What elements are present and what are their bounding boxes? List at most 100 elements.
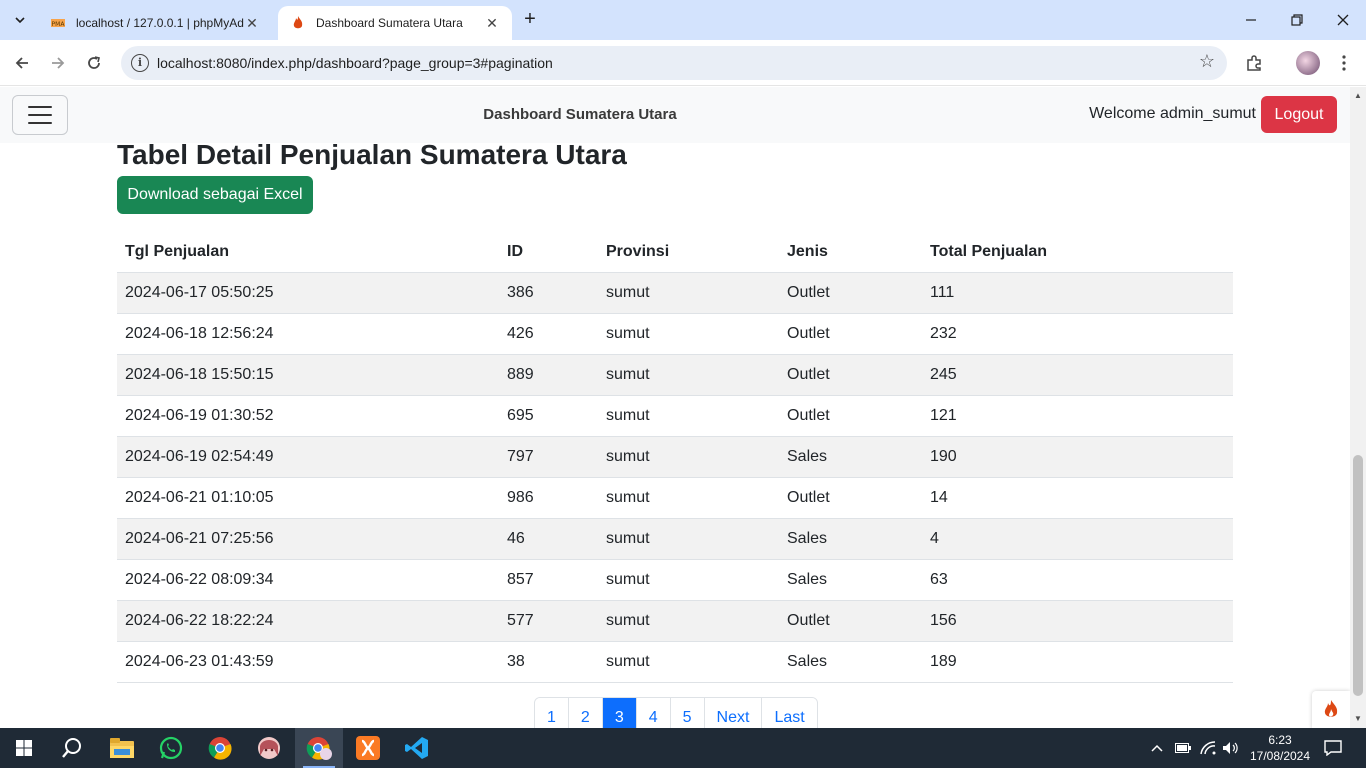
page-link-2[interactable]: 2 (568, 698, 603, 728)
scroll-down-arrow-icon[interactable]: ▼ (1350, 714, 1366, 723)
scrollbar-thumb[interactable] (1353, 455, 1363, 696)
address-bar[interactable]: i localhost:8080/index.php/dashboard?pag… (121, 46, 1227, 80)
extensions-icon[interactable] (1240, 49, 1268, 77)
chrome-active-icon[interactable] (295, 728, 343, 768)
taskbar-clock[interactable]: 6:23 17/08/2024 (1248, 732, 1312, 764)
show-hidden-icons-icon[interactable] (1150, 728, 1164, 768)
minimize-icon[interactable] (1228, 0, 1274, 40)
codeigniter-debug-toolbar-icon[interactable] (1312, 691, 1350, 728)
page-link-next[interactable]: Next (704, 698, 763, 728)
top-navbar: Dashboard Sumatera Utara Welcome admin_s… (0, 87, 1350, 143)
cell-id: 386 (499, 272, 598, 314)
page-link-3[interactable]: 3 (602, 698, 637, 728)
cell-provinsi: sumut (598, 313, 779, 355)
wifi-icon[interactable] (1200, 728, 1216, 768)
header-total-penjualan: Total Penjualan (922, 232, 1233, 273)
table-row: 2024-06-19 01:30:52 695 sumut Outlet 121 (117, 395, 1233, 437)
table-row: 2024-06-18 12:56:24 426 sumut Outlet 232 (117, 313, 1233, 355)
clock-time: 6:23 (1268, 733, 1292, 747)
cell-jenis: Outlet (779, 600, 922, 642)
table-row: 2024-06-21 01:10:05 986 sumut Outlet 14 (117, 477, 1233, 519)
cell-jenis: Outlet (779, 354, 922, 396)
scroll-up-arrow-icon[interactable]: ▲ (1350, 91, 1366, 100)
tab-phpmyadmin[interactable]: PMA localhost / 127.0.0.1 | phpMyAdmin ✕ (38, 6, 272, 40)
page-link-4[interactable]: 4 (636, 698, 671, 728)
logout-button[interactable]: Logout (1261, 96, 1337, 133)
cell-jenis: Outlet (779, 477, 922, 519)
back-icon[interactable] (8, 49, 36, 77)
whatsapp-icon[interactable] (147, 728, 195, 768)
battery-icon[interactable] (1175, 728, 1191, 768)
cell-tgl: 2024-06-22 18:22:24 (117, 600, 499, 642)
pagination: 1 2 3 4 5 Next Last (534, 697, 818, 728)
table-row: 2024-06-19 02:54:49 797 sumut Sales 190 (117, 436, 1233, 478)
windows-taskbar: 6:23 17/08/2024 (0, 728, 1366, 768)
download-excel-button[interactable]: Download sebagai Excel (117, 176, 313, 214)
cell-tgl: 2024-06-18 12:56:24 (117, 313, 499, 355)
notification-center-icon[interactable] (1324, 728, 1342, 768)
cell-id: 986 (499, 477, 598, 519)
cell-tgl: 2024-06-18 15:50:15 (117, 354, 499, 396)
cell-total: 156 (922, 600, 1233, 642)
browser-tabstrip: PMA localhost / 127.0.0.1 | phpMyAdmin ✕… (0, 0, 1366, 40)
page-link-5[interactable]: 5 (670, 698, 705, 728)
cell-tgl: 2024-06-23 01:43:59 (117, 641, 499, 683)
restore-icon[interactable] (1274, 0, 1320, 40)
chrome-icon[interactable] (196, 728, 244, 768)
cell-jenis: Sales (779, 436, 922, 478)
page-link-1[interactable]: 1 (535, 698, 569, 728)
cell-id: 38 (499, 641, 598, 683)
cell-provinsi: sumut (598, 518, 779, 560)
cell-provinsi: sumut (598, 559, 779, 601)
windows-start-icon[interactable] (0, 728, 48, 768)
forward-icon[interactable] (44, 49, 72, 77)
cell-jenis: Outlet (779, 313, 922, 355)
table-row: 2024-06-17 05:50:25 386 sumut Outlet 111 (117, 272, 1233, 314)
tab-search-chevron-icon[interactable] (8, 8, 32, 32)
cell-total: 111 (922, 272, 1233, 314)
tab-close-icon[interactable]: ✕ (484, 15, 500, 32)
cell-total: 190 (922, 436, 1233, 478)
new-tab-icon[interactable]: + (518, 8, 542, 32)
svg-text:PMA: PMA (52, 21, 66, 28)
xampp-icon[interactable] (344, 728, 392, 768)
chrome-menu-icon[interactable] (1330, 49, 1358, 77)
reload-icon[interactable] (80, 49, 108, 77)
bookmark-star-icon[interactable]: ☆ (1199, 51, 1215, 72)
navbar-brand[interactable]: Dashboard Sumatera Utara (0, 106, 1160, 123)
cell-id: 577 (499, 600, 598, 642)
vscode-icon[interactable] (393, 728, 441, 768)
cell-id: 797 (499, 436, 598, 478)
header-provinsi: Provinsi (598, 232, 779, 273)
cell-id: 46 (499, 518, 598, 560)
sales-table: Tgl Penjualan ID Provinsi Jenis Total Pe… (117, 232, 1233, 683)
anime-app-icon[interactable] (245, 728, 293, 768)
cell-id: 426 (499, 313, 598, 355)
cell-jenis: Outlet (779, 272, 922, 314)
search-icon[interactable] (48, 728, 96, 768)
cell-jenis: Sales (779, 641, 922, 683)
table-header-row: Tgl Penjualan ID Provinsi Jenis Total Pe… (117, 232, 1233, 273)
table-row: 2024-06-23 01:43:59 38 sumut Sales 189 (117, 641, 1233, 683)
cell-provinsi: sumut (598, 600, 779, 642)
cell-id: 695 (499, 395, 598, 437)
cell-total: 121 (922, 395, 1233, 437)
header-id: ID (499, 232, 598, 273)
page-scrollbar[interactable]: ▲ ▼ (1350, 87, 1366, 728)
page-viewport: Tabel Detail Penjualan Sumatera Utara Do… (0, 87, 1366, 728)
cell-provinsi: sumut (598, 272, 779, 314)
volume-icon[interactable] (1222, 728, 1240, 768)
close-window-icon[interactable] (1320, 0, 1366, 40)
file-explorer-icon[interactable] (98, 728, 146, 768)
tab-close-icon[interactable]: ✕ (244, 15, 260, 32)
phpmyadmin-favicon-icon: PMA (51, 19, 66, 28)
page-link-last[interactable]: Last (762, 698, 817, 728)
cell-provinsi: sumut (598, 354, 779, 396)
tab-dashboard[interactable]: Dashboard Sumatera Utara ✕ (278, 6, 512, 40)
cell-id: 857 (499, 559, 598, 601)
profile-avatar[interactable] (1296, 51, 1320, 75)
site-info-icon[interactable]: i (131, 54, 149, 72)
cell-total: 63 (922, 559, 1233, 601)
table-row: 2024-06-22 08:09:34 857 sumut Sales 63 (117, 559, 1233, 601)
table-row: 2024-06-18 15:50:15 889 sumut Outlet 245 (117, 354, 1233, 396)
